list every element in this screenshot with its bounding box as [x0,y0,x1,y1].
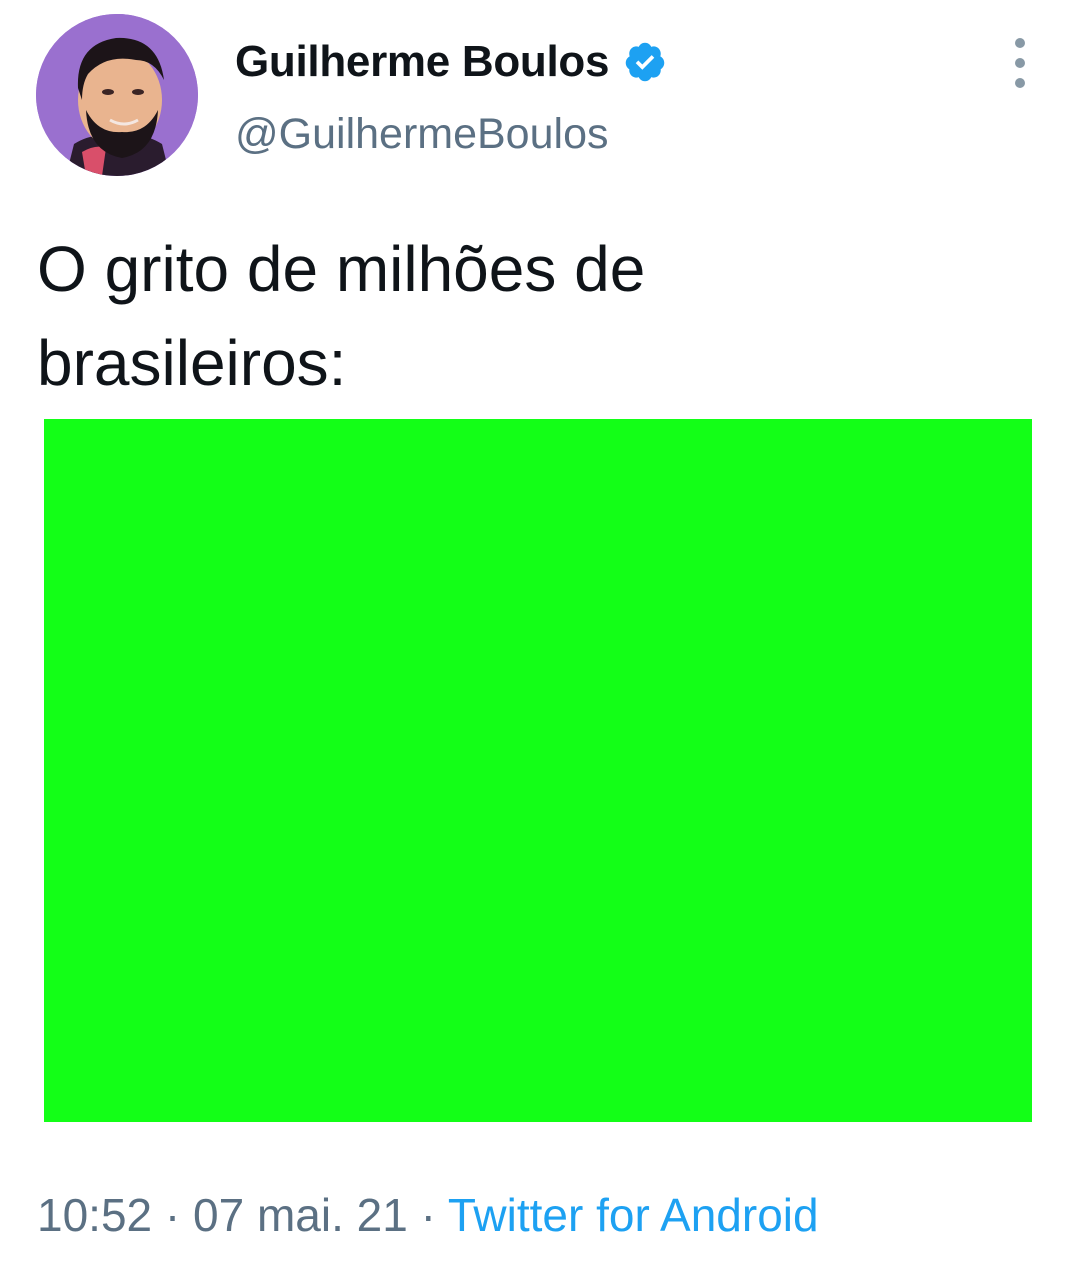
tweet-text: O grito de milhões de brasileiros: [37,233,646,399]
more-dot [1015,38,1025,48]
more-dot [1015,58,1025,68]
more-options-icon[interactable] [1000,38,1040,88]
meta-separator: · [152,1189,194,1241]
author-name-row[interactable]: Guilherme Boulos [235,34,667,90]
author-handle[interactable]: @GuilhermeBoulos [235,110,608,159]
meta-separator: · [407,1189,448,1241]
verified-badge-icon [623,40,667,84]
more-dot [1015,78,1025,88]
tweet-metadata: 10:52 · 07 mai. 21 · Twitter for Android [37,1188,819,1242]
tweet-media-image[interactable] [44,419,1032,1122]
tweet-source-link[interactable]: Twitter for Android [448,1189,819,1241]
author-display-name[interactable]: Guilherme Boulos [235,37,609,87]
tweet-time[interactable]: 10:52 [37,1189,152,1241]
avatar-image [36,14,198,176]
tweet-date[interactable]: 07 mai. 21 [193,1189,408,1241]
avatar[interactable] [36,14,198,176]
